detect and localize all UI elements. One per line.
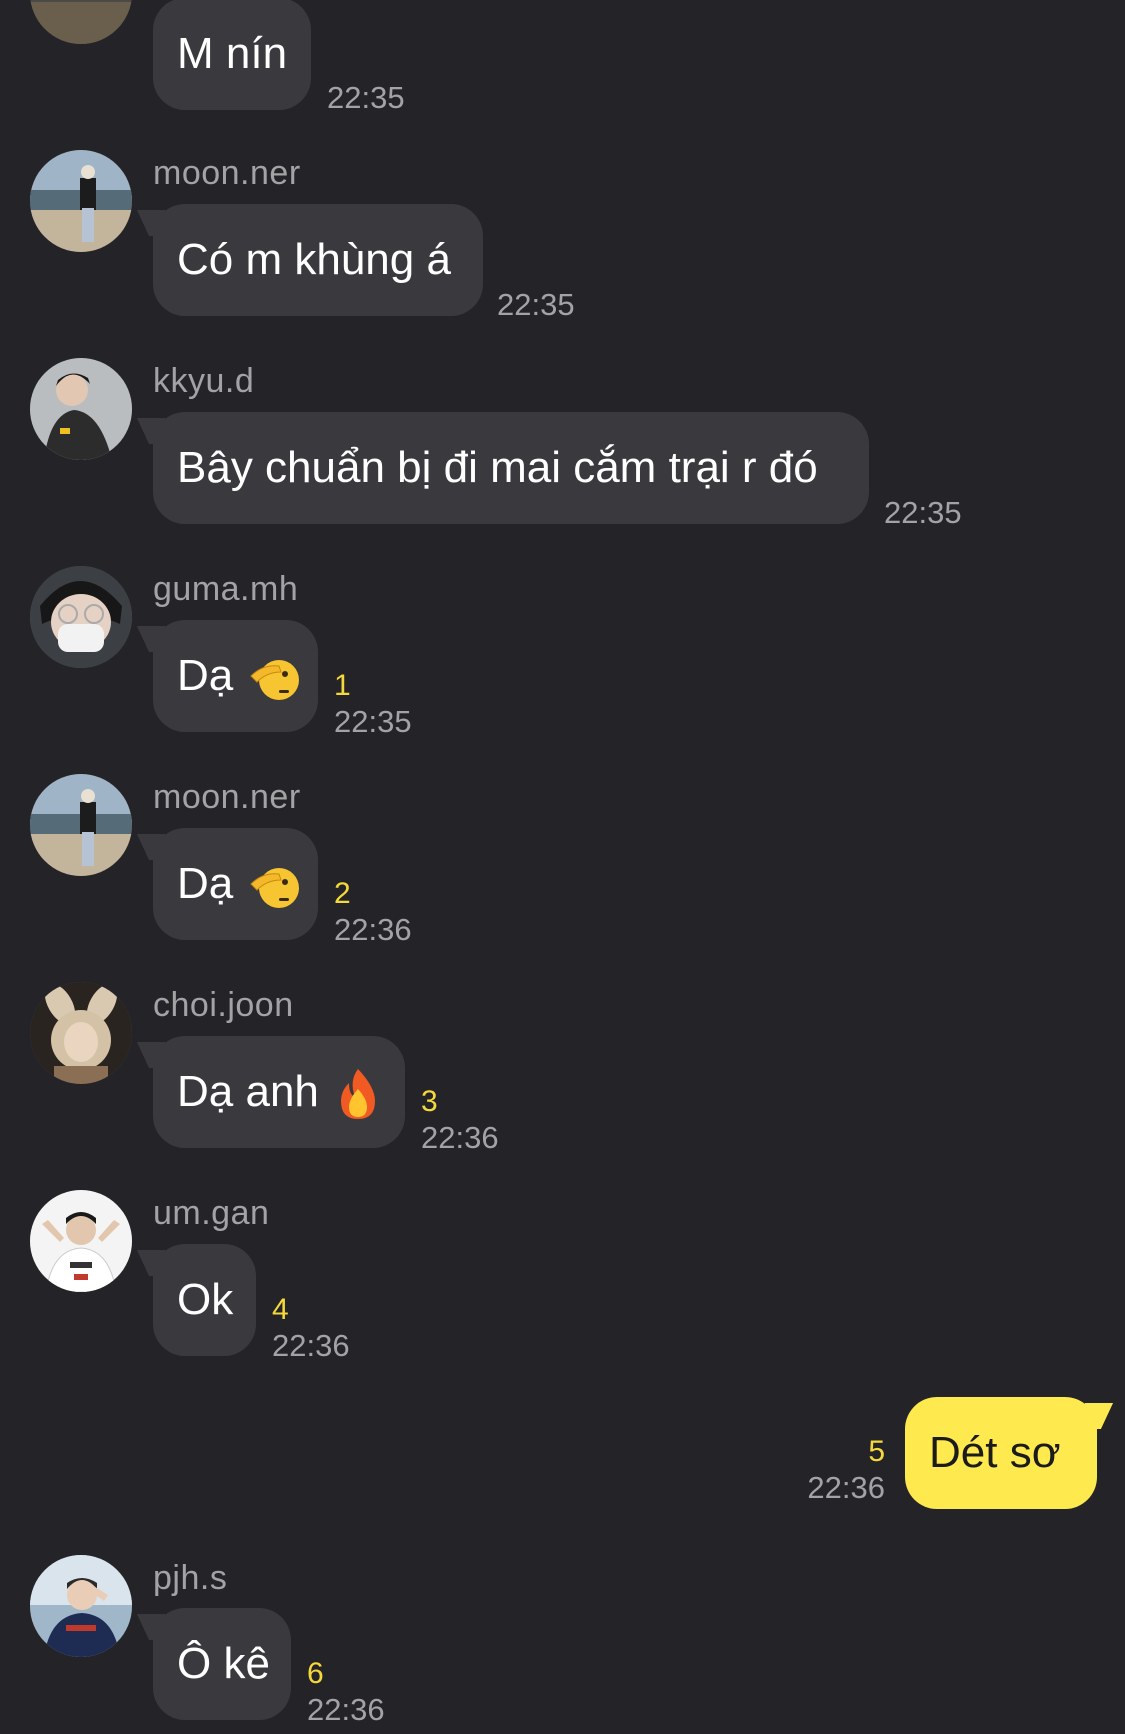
message-bubble[interactable]: Có m khùng á <box>153 204 483 316</box>
message-text: Dạ <box>177 859 234 908</box>
message-text: Ok <box>177 1275 234 1324</box>
avatar[interactable] <box>30 982 132 1084</box>
message-bubble[interactable]: Dạ <box>153 828 318 940</box>
message-time: 22:36 <box>334 912 412 947</box>
avatar[interactable] <box>30 566 132 668</box>
message-time: 22:36 <box>307 1692 385 1727</box>
sender-name: choi.joon <box>153 986 294 1024</box>
fire-icon <box>335 1067 381 1121</box>
message-text: Dạ <box>177 651 234 700</box>
sender-name: moon.ner <box>153 154 301 192</box>
message-bubble[interactable]: Ok <box>153 1244 256 1356</box>
message-meta: 3 22:36 <box>421 1084 499 1156</box>
avatar[interactable] <box>30 358 132 460</box>
message-text: Có m khùng á <box>177 235 451 284</box>
sender-name: moon.ner <box>153 778 301 816</box>
avatar[interactable] <box>30 0 132 44</box>
message-time: 22:35 <box>334 704 412 739</box>
message-meta: 2 22:36 <box>334 876 412 948</box>
unread-count: 5 <box>868 1435 885 1468</box>
message-time: 22:36 <box>421 1120 499 1155</box>
message-meta: 4 22:36 <box>272 1292 350 1364</box>
unread-count: 3 <box>421 1085 438 1118</box>
sender-name: pjh.s <box>153 1559 228 1597</box>
message-text: Dạ anh <box>177 1067 319 1116</box>
message-text: M nín <box>177 29 288 78</box>
sender-name: guma.mh <box>153 570 299 608</box>
message-time: 22:36 <box>807 1470 885 1505</box>
message-bubble[interactable]: Bây chuẩn bị đi mai cắm trại r đó <box>153 412 869 524</box>
message-meta: 22:35 <box>327 80 405 116</box>
avatar[interactable] <box>30 774 132 876</box>
message-time: 22:35 <box>497 287 575 322</box>
unread-count: 6 <box>307 1657 324 1690</box>
message-time: 22:36 <box>272 1328 350 1363</box>
message-bubble[interactable]: Dạ <box>153 620 318 732</box>
message-time: 22:35 <box>327 80 405 115</box>
message-meta: 1 22:35 <box>334 668 412 740</box>
avatar[interactable] <box>30 150 132 252</box>
unread-count: 2 <box>334 877 351 910</box>
message-bubble[interactable]: Ô kê <box>153 1608 291 1720</box>
message-time: 22:35 <box>884 495 962 530</box>
message-meta: 5 22:36 <box>807 1434 885 1506</box>
sender-name: um.gan <box>153 1194 270 1232</box>
message-bubble[interactable]: Dạ anh <box>153 1036 405 1148</box>
my-message-bubble[interactable]: Dét sơ <box>905 1397 1097 1509</box>
message-text: Ô kê <box>177 1639 270 1688</box>
message-bubble[interactable]: M nín <box>153 0 311 110</box>
message-meta: 22:35 <box>497 287 575 323</box>
saluting-face-icon <box>249 652 301 704</box>
message-text: Bây chuẩn bị đi mai cắm trại r đó <box>177 443 818 492</box>
message-meta: 6 22:36 <box>307 1656 385 1728</box>
avatar[interactable] <box>30 1555 132 1657</box>
message-text: Dét sơ <box>929 1428 1061 1477</box>
saluting-face-icon <box>249 860 301 912</box>
unread-count: 1 <box>334 669 351 702</box>
unread-count: 4 <box>272 1293 289 1326</box>
avatar[interactable] <box>30 1190 132 1292</box>
sender-name: kkyu.d <box>153 362 255 400</box>
message-meta: 22:35 <box>884 495 962 531</box>
